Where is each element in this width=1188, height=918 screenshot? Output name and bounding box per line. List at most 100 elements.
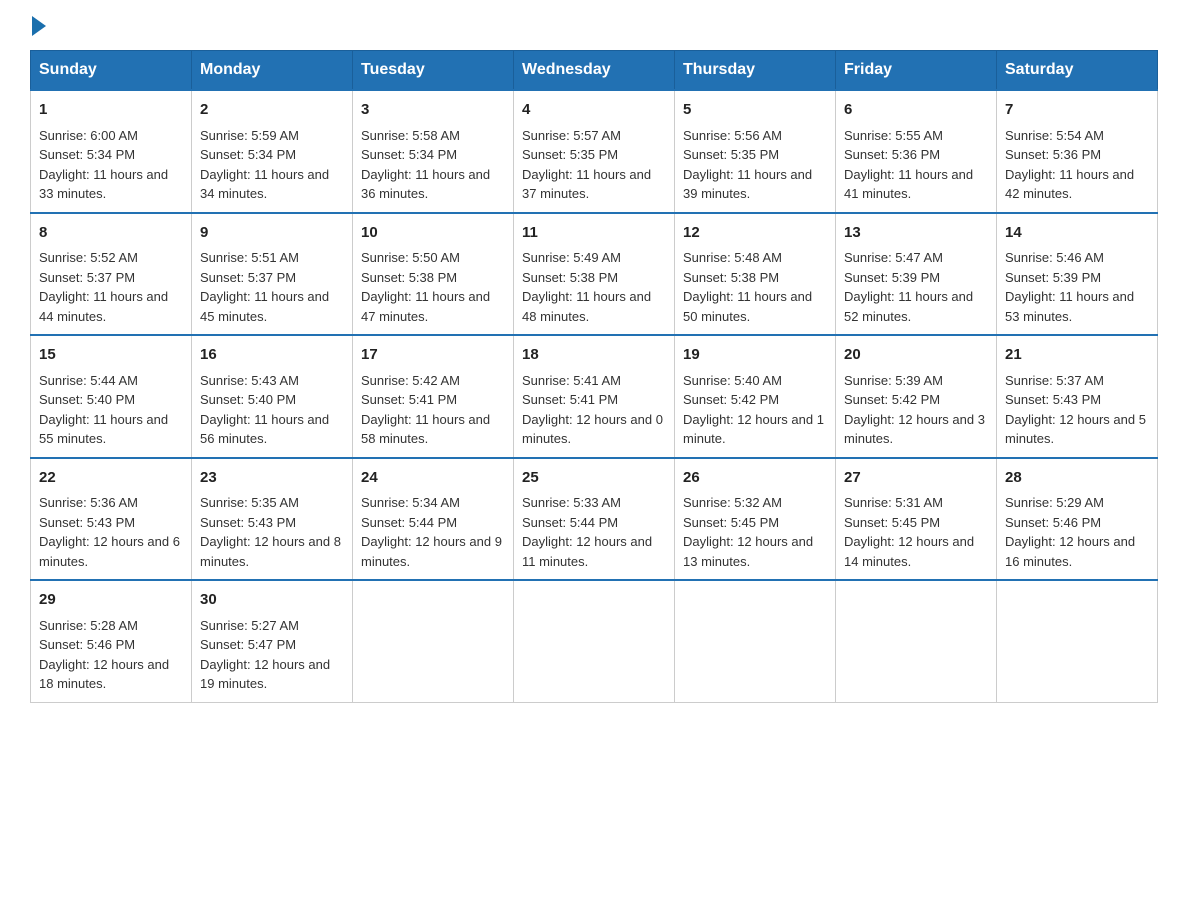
day-number: 21 bbox=[1005, 344, 1149, 367]
day-number: 19 bbox=[683, 344, 827, 367]
calendar-cell bbox=[997, 580, 1158, 702]
day-info: Sunrise: 5:46 AMSunset: 5:39 PMDaylight:… bbox=[1005, 248, 1149, 326]
col-wednesday: Wednesday bbox=[514, 51, 675, 91]
col-saturday: Saturday bbox=[997, 51, 1158, 91]
col-thursday: Thursday bbox=[675, 51, 836, 91]
day-number: 3 bbox=[361, 99, 505, 122]
day-info: Sunrise: 5:37 AMSunset: 5:43 PMDaylight:… bbox=[1005, 371, 1149, 449]
day-info: Sunrise: 5:27 AMSunset: 5:47 PMDaylight:… bbox=[200, 616, 344, 694]
day-number: 29 bbox=[39, 589, 183, 612]
day-info: Sunrise: 5:36 AMSunset: 5:43 PMDaylight:… bbox=[39, 493, 183, 571]
day-info: Sunrise: 5:47 AMSunset: 5:39 PMDaylight:… bbox=[844, 248, 988, 326]
col-friday: Friday bbox=[836, 51, 997, 91]
logo-arrow-icon bbox=[32, 16, 46, 36]
day-info: Sunrise: 6:00 AMSunset: 5:34 PMDaylight:… bbox=[39, 126, 183, 204]
day-info: Sunrise: 5:58 AMSunset: 5:34 PMDaylight:… bbox=[361, 126, 505, 204]
day-number: 1 bbox=[39, 99, 183, 122]
day-info: Sunrise: 5:52 AMSunset: 5:37 PMDaylight:… bbox=[39, 248, 183, 326]
calendar-cell: 27 Sunrise: 5:31 AMSunset: 5:45 PMDayligh… bbox=[836, 458, 997, 581]
calendar-cell: 9 Sunrise: 5:51 AMSunset: 5:37 PMDaylight… bbox=[192, 213, 353, 336]
day-info: Sunrise: 5:40 AMSunset: 5:42 PMDaylight:… bbox=[683, 371, 827, 449]
calendar-cell: 15 Sunrise: 5:44 AMSunset: 5:40 PMDayligh… bbox=[31, 335, 192, 458]
day-number: 24 bbox=[361, 467, 505, 490]
calendar-cell: 11 Sunrise: 5:49 AMSunset: 5:38 PMDayligh… bbox=[514, 213, 675, 336]
calendar-cell: 14 Sunrise: 5:46 AMSunset: 5:39 PMDayligh… bbox=[997, 213, 1158, 336]
day-info: Sunrise: 5:41 AMSunset: 5:41 PMDaylight:… bbox=[522, 371, 666, 449]
day-number: 26 bbox=[683, 467, 827, 490]
logo bbox=[30, 20, 46, 32]
calendar-cell: 3 Sunrise: 5:58 AMSunset: 5:34 PMDaylight… bbox=[353, 90, 514, 213]
day-number: 11 bbox=[522, 222, 666, 245]
calendar-week-row: 8 Sunrise: 5:52 AMSunset: 5:37 PMDaylight… bbox=[31, 213, 1158, 336]
day-info: Sunrise: 5:34 AMSunset: 5:44 PMDaylight:… bbox=[361, 493, 505, 571]
day-number: 17 bbox=[361, 344, 505, 367]
day-number: 16 bbox=[200, 344, 344, 367]
day-number: 9 bbox=[200, 222, 344, 245]
day-number: 30 bbox=[200, 589, 344, 612]
calendar-week-row: 1 Sunrise: 6:00 AMSunset: 5:34 PMDaylight… bbox=[31, 90, 1158, 213]
day-number: 25 bbox=[522, 467, 666, 490]
day-number: 22 bbox=[39, 467, 183, 490]
day-number: 27 bbox=[844, 467, 988, 490]
day-info: Sunrise: 5:44 AMSunset: 5:40 PMDaylight:… bbox=[39, 371, 183, 449]
col-tuesday: Tuesday bbox=[353, 51, 514, 91]
day-info: Sunrise: 5:32 AMSunset: 5:45 PMDaylight:… bbox=[683, 493, 827, 571]
day-number: 23 bbox=[200, 467, 344, 490]
calendar-cell: 13 Sunrise: 5:47 AMSunset: 5:39 PMDayligh… bbox=[836, 213, 997, 336]
day-info: Sunrise: 5:42 AMSunset: 5:41 PMDaylight:… bbox=[361, 371, 505, 449]
day-number: 4 bbox=[522, 99, 666, 122]
calendar-week-row: 29 Sunrise: 5:28 AMSunset: 5:46 PMDayligh… bbox=[31, 580, 1158, 702]
day-number: 20 bbox=[844, 344, 988, 367]
logo-text-area bbox=[30, 20, 46, 32]
calendar-cell bbox=[675, 580, 836, 702]
calendar-cell: 30 Sunrise: 5:27 AMSunset: 5:47 PMDayligh… bbox=[192, 580, 353, 702]
day-number: 10 bbox=[361, 222, 505, 245]
day-info: Sunrise: 5:35 AMSunset: 5:43 PMDaylight:… bbox=[200, 493, 344, 571]
calendar-cell: 6Sunrise: 5:55 AMSunset: 5:36 PMDaylight… bbox=[836, 90, 997, 213]
day-info: Sunrise: 5:28 AMSunset: 5:46 PMDaylight:… bbox=[39, 616, 183, 694]
day-number: 5 bbox=[683, 99, 827, 122]
day-number: 13 bbox=[844, 222, 988, 245]
day-info: Sunrise: 5:48 AMSunset: 5:38 PMDaylight:… bbox=[683, 248, 827, 326]
day-number: 18 bbox=[522, 344, 666, 367]
day-number: 6 bbox=[844, 99, 988, 122]
day-info: Sunrise: 5:31 AMSunset: 5:45 PMDaylight:… bbox=[844, 493, 988, 571]
calendar-cell: 29 Sunrise: 5:28 AMSunset: 5:46 PMDayligh… bbox=[31, 580, 192, 702]
calendar-cell: 8 Sunrise: 5:52 AMSunset: 5:37 PMDaylight… bbox=[31, 213, 192, 336]
day-info: Sunrise: 5:33 AMSunset: 5:44 PMDaylight:… bbox=[522, 493, 666, 571]
calendar-cell: 28Sunrise: 5:29 AMSunset: 5:46 PMDayligh… bbox=[997, 458, 1158, 581]
calendar-cell: 26 Sunrise: 5:32 AMSunset: 5:45 PMDayligh… bbox=[675, 458, 836, 581]
calendar-body: 1 Sunrise: 6:00 AMSunset: 5:34 PMDaylight… bbox=[31, 90, 1158, 702]
calendar-cell: 4 Sunrise: 5:57 AMSunset: 5:35 PMDaylight… bbox=[514, 90, 675, 213]
calendar-cell: 19 Sunrise: 5:40 AMSunset: 5:42 PMDayligh… bbox=[675, 335, 836, 458]
calendar-cell: 20 Sunrise: 5:39 AMSunset: 5:42 PMDayligh… bbox=[836, 335, 997, 458]
calendar-table: Sunday Monday Tuesday Wednesday Thursday… bbox=[30, 50, 1158, 703]
calendar-cell: 5Sunrise: 5:56 AMSunset: 5:35 PMDaylight… bbox=[675, 90, 836, 213]
day-info: Sunrise: 5:29 AMSunset: 5:46 PMDaylight:… bbox=[1005, 493, 1149, 571]
calendar-cell: 23 Sunrise: 5:35 AMSunset: 5:43 PMDayligh… bbox=[192, 458, 353, 581]
calendar-cell: 10 Sunrise: 5:50 AMSunset: 5:38 PMDayligh… bbox=[353, 213, 514, 336]
day-info: Sunrise: 5:51 AMSunset: 5:37 PMDaylight:… bbox=[200, 248, 344, 326]
day-number: 15 bbox=[39, 344, 183, 367]
day-info: Sunrise: 5:57 AMSunset: 5:35 PMDaylight:… bbox=[522, 126, 666, 204]
calendar-cell: 24 Sunrise: 5:34 AMSunset: 5:44 PMDayligh… bbox=[353, 458, 514, 581]
day-info: Sunrise: 5:59 AMSunset: 5:34 PMDaylight:… bbox=[200, 126, 344, 204]
day-info: Sunrise: 5:49 AMSunset: 5:38 PMDaylight:… bbox=[522, 248, 666, 326]
col-monday: Monday bbox=[192, 51, 353, 91]
day-info: Sunrise: 5:50 AMSunset: 5:38 PMDaylight:… bbox=[361, 248, 505, 326]
calendar-cell bbox=[353, 580, 514, 702]
calendar-header-row: Sunday Monday Tuesday Wednesday Thursday… bbox=[31, 51, 1158, 91]
calendar-week-row: 22 Sunrise: 5:36 AMSunset: 5:43 PMDayligh… bbox=[31, 458, 1158, 581]
day-info: Sunrise: 5:54 AMSunset: 5:36 PMDaylight:… bbox=[1005, 126, 1149, 204]
calendar-cell: 7Sunrise: 5:54 AMSunset: 5:36 PMDaylight… bbox=[997, 90, 1158, 213]
calendar-cell: 16Sunrise: 5:43 AMSunset: 5:40 PMDayligh… bbox=[192, 335, 353, 458]
day-info: Sunrise: 5:39 AMSunset: 5:42 PMDaylight:… bbox=[844, 371, 988, 449]
calendar-week-row: 15 Sunrise: 5:44 AMSunset: 5:40 PMDayligh… bbox=[31, 335, 1158, 458]
calendar-cell: 22 Sunrise: 5:36 AMSunset: 5:43 PMDayligh… bbox=[31, 458, 192, 581]
calendar-cell: 17 Sunrise: 5:42 AMSunset: 5:41 PMDayligh… bbox=[353, 335, 514, 458]
calendar-cell: 21 Sunrise: 5:37 AMSunset: 5:43 PMDayligh… bbox=[997, 335, 1158, 458]
day-number: 8 bbox=[39, 222, 183, 245]
day-number: 14 bbox=[1005, 222, 1149, 245]
calendar-cell: 12 Sunrise: 5:48 AMSunset: 5:38 PMDayligh… bbox=[675, 213, 836, 336]
day-number: 12 bbox=[683, 222, 827, 245]
